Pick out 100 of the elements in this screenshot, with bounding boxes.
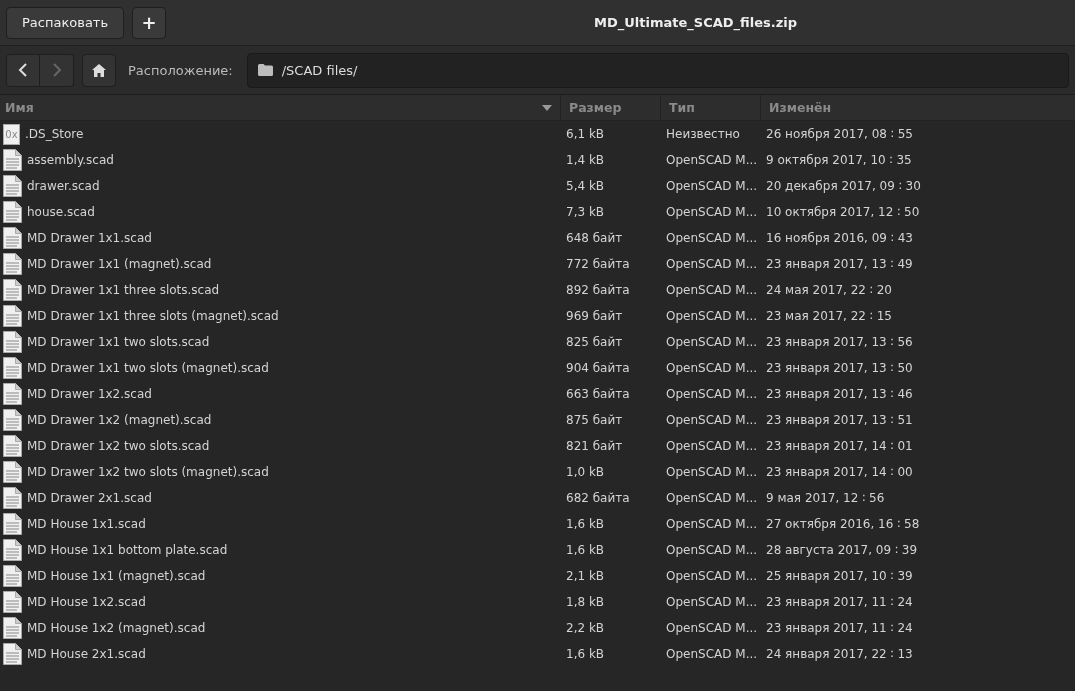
chevron-left-icon: [18, 63, 28, 77]
document-icon: [3, 279, 22, 301]
file-size: 1,0 kB: [565, 465, 606, 479]
file-size: 663 байта: [565, 387, 631, 401]
file-name: MD House 1x2.scad: [27, 595, 146, 609]
window-title: MD_Ultimate_SCAD_files.zip: [594, 15, 797, 30]
file-row[interactable]: MD House 1x1 bottom plate.scad 1,6 kB OpenSCAD M... 28 августа 2017, 09 ∶ 39: [0, 537, 1075, 563]
file-modified: 23 января 2017, 13 ∶ 51: [765, 413, 914, 427]
document-icon: [3, 643, 22, 665]
file-size: 821 байт: [565, 439, 624, 453]
file-name: assembly.scad: [27, 153, 114, 167]
file-type: OpenSCAD M...: [665, 543, 759, 557]
file-type: OpenSCAD M...: [665, 361, 759, 375]
file-row[interactable]: MD Drawer 1x1 two slots (magnet).scad 904 байта OpenSCAD M... 23 января 2017, 13 ∶ 50: [0, 355, 1075, 381]
file-modified: 23 января 2017, 14 ∶ 01: [765, 439, 914, 453]
file-modified: 26 ноября 2017, 08 ∶ 55: [765, 127, 914, 141]
file-size: 904 байта: [565, 361, 631, 375]
file-row[interactable]: MD Drawer 1x2 (magnet).scad 875 байт OpenSCAD M... 23 января 2017, 13 ∶ 51: [0, 407, 1075, 433]
file-name: MD Drawer 1x1 (magnet).scad: [27, 257, 212, 271]
location-field[interactable]: /SCAD files/: [246, 52, 1069, 88]
file-row[interactable]: MD Drawer 1x1 three slots (magnet).scad 969 байт OpenSCAD M... 23 мая 2017, 22 ∶ 15: [0, 303, 1075, 329]
file-row[interactable]: MD Drawer 1x1 three slots.scad 892 байта OpenSCAD M... 24 мая 2017, 22 ∶ 20: [0, 277, 1075, 303]
document-icon: [3, 331, 22, 353]
file-modified: 23 января 2017, 13 ∶ 46: [765, 387, 914, 401]
file-row[interactable]: MD House 1x1 (magnet).scad 2,1 kB OpenSCAD M... 25 января 2017, 10 ∶ 39: [0, 563, 1075, 589]
column-header[interactable]: Размер: [560, 95, 660, 120]
file-modified: 23 января 2017, 11 ∶ 24: [765, 621, 914, 635]
file-type: OpenSCAD M...: [665, 491, 759, 505]
add-button[interactable]: +: [132, 6, 167, 39]
document-icon: [3, 175, 22, 197]
file-row[interactable]: 0x .DS_Store 6,1 kB Неизвестно 26 ноября 2017, 08 ∶ 55: [0, 121, 1075, 147]
column-header[interactable]: Тип: [660, 95, 760, 120]
file-modified: 27 октября 2016, 16 ∶ 58: [765, 517, 921, 531]
file-modified: 28 августа 2017, 09 ∶ 39: [765, 543, 919, 557]
file-name: MD Drawer 1x2 two slots (magnet).scad: [27, 465, 269, 479]
file-row[interactable]: MD Drawer 1x1 two slots.scad 825 байт OpenSCAD M... 23 января 2017, 13 ∶ 56: [0, 329, 1075, 355]
file-type: OpenSCAD M...: [665, 231, 759, 245]
document-icon: [3, 487, 22, 509]
document-icon: [3, 513, 22, 535]
file-size: 682 байта: [565, 491, 631, 505]
file-size: 1,6 kB: [565, 647, 606, 661]
file-name: house.scad: [27, 205, 95, 219]
file-size: 2,2 kB: [565, 621, 606, 635]
file-name: .DS_Store: [25, 127, 84, 141]
file-modified: 23 января 2017, 13 ∶ 50: [765, 361, 914, 375]
file-name: MD House 1x2 (magnet).scad: [27, 621, 206, 635]
file-row[interactable]: MD Drawer 1x2 two slots (magnet).scad 1,0 kB OpenSCAD M... 23 января 2017, 14 ∶ 00: [0, 459, 1075, 485]
file-modified: 23 января 2017, 14 ∶ 00: [765, 465, 914, 479]
extract-button[interactable]: Распаковать: [6, 6, 125, 39]
file-row[interactable]: MD Drawer 1x2.scad 663 байта OpenSCAD M... 23 января 2017, 13 ∶ 46: [0, 381, 1075, 407]
document-icon: [3, 565, 22, 587]
file-type: OpenSCAD M...: [665, 465, 759, 479]
file-size: 875 байт: [565, 413, 624, 427]
location-text: /SCAD files/: [281, 62, 358, 78]
document-icon: [3, 539, 22, 561]
file-size: 825 байт: [565, 335, 624, 349]
file-row[interactable]: MD Drawer 1x1.scad 648 байт OpenSCAD M... 16 ноября 2016, 09 ∶ 43: [0, 225, 1075, 251]
back-button[interactable]: [6, 53, 40, 87]
file-size: 5,4 kB: [565, 179, 606, 193]
file-name: MD Drawer 1x1 three slots (magnet).scad: [27, 309, 279, 323]
file-name: MD Drawer 1x1 three slots.scad: [27, 283, 220, 297]
document-icon: [3, 201, 22, 223]
file-modified: 9 октября 2017, 10 ∶ 35: [765, 153, 913, 167]
file-row[interactable]: drawer.scad 5,4 kB OpenSCAD M... 20 декабря 2017, 09 ∶ 30: [0, 173, 1075, 199]
file-size: 1,8 kB: [565, 595, 606, 609]
file-size: 969 байт: [565, 309, 624, 323]
file-name: MD House 1x1 bottom plate.scad: [27, 543, 228, 557]
file-row[interactable]: MD Drawer 1x2 two slots.scad 821 байт OpenSCAD M... 23 января 2017, 14 ∶ 01: [0, 433, 1075, 459]
file-row[interactable]: house.scad 7,3 kB OpenSCAD M... 10 октября 2017, 12 ∶ 50: [0, 199, 1075, 225]
file-size: 2,1 kB: [565, 569, 606, 583]
file-name: MD House 2x1.scad: [27, 647, 146, 661]
file-row[interactable]: assembly.scad 1,4 kB OpenSCAD M... 9 октября 2017, 10 ∶ 35: [0, 147, 1075, 173]
file-type: OpenSCAD M...: [665, 413, 759, 427]
file-type: OpenSCAD M...: [665, 647, 759, 661]
file-modified: 24 мая 2017, 22 ∶ 20: [765, 283, 893, 297]
file-row[interactable]: MD House 2x1.scad 1,6 kB OpenSCAD M... 24 января 2017, 22 ∶ 13: [0, 641, 1075, 667]
file-type: OpenSCAD M...: [665, 387, 759, 401]
file-size: 1,6 kB: [565, 543, 606, 557]
file-row[interactable]: MD House 1x2 (magnet).scad 2,2 kB OpenSCAD M... 23 января 2017, 11 ∶ 24: [0, 615, 1075, 641]
file-type: OpenSCAD M...: [665, 335, 759, 349]
column-header[interactable]: Изменён: [760, 95, 1075, 120]
file-type: OpenSCAD M...: [665, 179, 759, 193]
document-icon: [3, 409, 22, 431]
file-row[interactable]: MD Drawer 1x1 (magnet).scad 772 байта OpenSCAD M... 23 января 2017, 13 ∶ 49: [0, 251, 1075, 277]
file-type: OpenSCAD M...: [665, 257, 759, 271]
file-modified: 10 октября 2017, 12 ∶ 50: [765, 205, 921, 219]
file-row[interactable]: MD Drawer 2x1.scad 682 байта OpenSCAD M... 9 мая 2017, 12 ∶ 56: [0, 485, 1075, 511]
document-icon: [3, 357, 22, 379]
file-name: drawer.scad: [27, 179, 100, 193]
file-row[interactable]: MD House 1x2.scad 1,8 kB OpenSCAD M... 23 января 2017, 11 ∶ 24: [0, 589, 1075, 615]
file-name: MD Drawer 1x2.scad: [27, 387, 152, 401]
file-modified: 23 мая 2017, 22 ∶ 15: [765, 309, 893, 323]
file-type: OpenSCAD M...: [665, 569, 759, 583]
file-type: OpenSCAD M...: [665, 621, 759, 635]
column-header[interactable]: Имя: [0, 95, 560, 120]
file-row[interactable]: MD House 1x1.scad 1,6 kB OpenSCAD M... 27 октября 2016, 16 ∶ 58: [0, 511, 1075, 537]
file-type: Неизвестно: [665, 127, 741, 141]
home-button[interactable]: [82, 53, 116, 87]
file-modified: 9 мая 2017, 12 ∶ 56: [765, 491, 886, 505]
location-label: Расположение:: [128, 62, 233, 78]
